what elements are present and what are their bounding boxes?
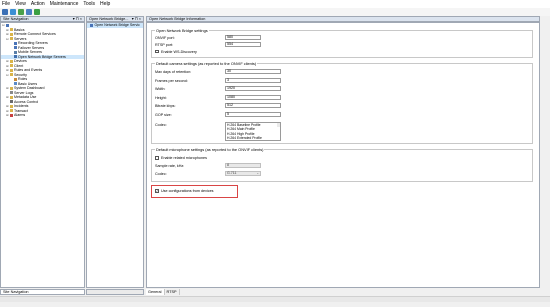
folder-icon <box>9 95 13 99</box>
back-icon[interactable] <box>26 9 32 15</box>
horizontal-scrollbar[interactable] <box>0 297 550 302</box>
alarm-icon <box>9 113 13 117</box>
mobile-icon <box>13 50 17 54</box>
enable-microphones-label: Enable related microphones <box>161 156 207 160</box>
folder-icon <box>9 28 13 32</box>
overview-controls[interactable]: ▾ ⊓ × <box>132 17 141 21</box>
help-icon[interactable] <box>10 9 16 15</box>
overview-hscroll[interactable] <box>86 289 144 295</box>
camera-setting-label: Width: <box>155 87 166 91</box>
folder-icon <box>9 37 13 41</box>
refresh-icon[interactable] <box>18 9 24 15</box>
site-navigation-title: Site Navigation <box>3 17 29 21</box>
folder-icon <box>9 59 13 63</box>
chevron-down-icon: ⌄ <box>256 171 259 175</box>
mic-codec-label: Codec: <box>155 172 167 176</box>
tree-item-label: Alarms <box>14 113 26 117</box>
play-icon[interactable] <box>34 9 40 15</box>
camera-setting-field[interactable]: 1080 <box>225 94 281 100</box>
camera-setting-field[interactable]: 3 <box>225 77 281 83</box>
user-icon <box>13 82 17 86</box>
overview-item[interactable]: Open Network Bridge Servic <box>87 23 143 28</box>
server-icon <box>13 46 17 50</box>
sample-rate-label: Sample rate, kHz: <box>155 164 185 168</box>
log-icon <box>9 91 13 95</box>
camera-settings-group: Default camera settings (as reported to … <box>151 61 533 144</box>
menu-help[interactable]: Help <box>100 1 110 7</box>
camera-setting-label: GOP size: <box>155 112 172 117</box>
ws-discovery-checkbox[interactable] <box>155 49 159 54</box>
bottom-tabs: General RTSP <box>146 289 540 295</box>
server-icon <box>13 41 17 45</box>
bridge-settings-group: Open Network Bridge settings ONVIF port:… <box>151 28 533 58</box>
rtsp-port-label: RTSP port: <box>155 42 174 47</box>
microphone-settings-group: Default microphone settings (as reported… <box>151 147 533 182</box>
bridge-icon <box>13 55 17 59</box>
properties-scrollbar[interactable] <box>541 22 549 288</box>
mic-codec-value: G.711 <box>227 171 237 175</box>
site-navigation-footer-tab[interactable]: Site Navigation <box>0 289 85 295</box>
overview-pane: Open Network Bridge Servic <box>86 22 144 288</box>
enable-microphones-checkbox[interactable] <box>155 156 159 160</box>
folder-icon <box>9 109 13 113</box>
folder-icon <box>9 64 13 68</box>
folder-icon <box>9 86 13 90</box>
onvif-port-label: ONVIF port: <box>155 36 175 40</box>
camera-settings-title: Default camera settings (as reported to … <box>155 61 258 66</box>
codec-scrollbar[interactable] <box>277 123 280 128</box>
folder-icon <box>9 32 13 36</box>
codec-option[interactable]: H.264 Extended Profile <box>226 136 280 140</box>
bridge-icon <box>90 24 93 27</box>
onvif-port-field[interactable]: 580 <box>225 35 261 40</box>
camera-setting-label: Bitrate kbps: <box>155 104 176 108</box>
tab-rtsp[interactable]: RTSP <box>165 289 180 295</box>
camera-setting-field[interactable]: 30 <box>225 69 281 74</box>
camera-setting-field[interactable]: 1920 <box>225 86 281 91</box>
tree-item[interactable]: ⊞ Alarms <box>1 113 84 118</box>
menu-maintenance[interactable]: Maintenance <box>50 1 79 7</box>
mic-codec-select[interactable]: G.711 ⌄ <box>225 171 261 176</box>
bridge-settings-title: Open Network Bridge settings <box>155 28 209 33</box>
use-config-label: Use configurations from devices <box>161 189 214 193</box>
properties-pane: Open Network Bridge settings ONVIF port:… <box>146 22 540 288</box>
camera-setting-label: Height: <box>155 95 167 100</box>
toolbar <box>0 8 550 16</box>
camera-setting-label: Frames per second: <box>155 78 188 83</box>
ws-discovery-label: Enable WS-Discovery <box>161 49 197 54</box>
use-config-checkbox[interactable]: ✓ <box>155 189 159 193</box>
menu-tools[interactable]: Tools <box>83 1 95 7</box>
roles-icon <box>13 77 17 81</box>
site-navigation-tree: ⊟ ⊞ Basics ⊞ Remote Connect Services ⊟ Servers… <box>0 22 85 288</box>
folder-icon <box>9 68 13 72</box>
microphone-settings-title: Default microphone settings (as reported… <box>155 147 265 152</box>
overview-title: Open Network Bridge... <box>89 17 129 21</box>
codec-list[interactable]: H.264 Baseline Profile H.264 Main Profile… <box>225 122 281 141</box>
menu-view[interactable]: View <box>15 1 26 7</box>
server-icon <box>5 23 9 27</box>
save-icon[interactable] <box>2 9 8 15</box>
access-icon <box>9 100 13 104</box>
camera-setting-label: Max days of retention: <box>155 70 192 74</box>
folder-icon <box>9 104 13 108</box>
folder-icon <box>9 73 13 77</box>
codec-label: Codec: <box>155 123 167 127</box>
overview-item-label: Open Network Bridge Servic <box>94 23 140 27</box>
camera-setting-field[interactable]: 512 <box>225 103 281 108</box>
menu-action[interactable]: Action <box>31 1 45 7</box>
camera-setting-field[interactable]: 5 <box>225 111 281 117</box>
tab-general[interactable]: General <box>146 289 165 295</box>
rtsp-port-field[interactable]: 554 <box>225 41 261 47</box>
sample-rate-field[interactable]: 8 <box>225 163 261 168</box>
menu-file[interactable]: File <box>2 1 10 7</box>
pane-controls[interactable]: ▾ ⊓ × <box>73 17 82 21</box>
properties-title: Open Network Bridge Information <box>149 17 206 21</box>
menu-bar: File View Action Maintenance Tools Help <box>0 0 550 8</box>
